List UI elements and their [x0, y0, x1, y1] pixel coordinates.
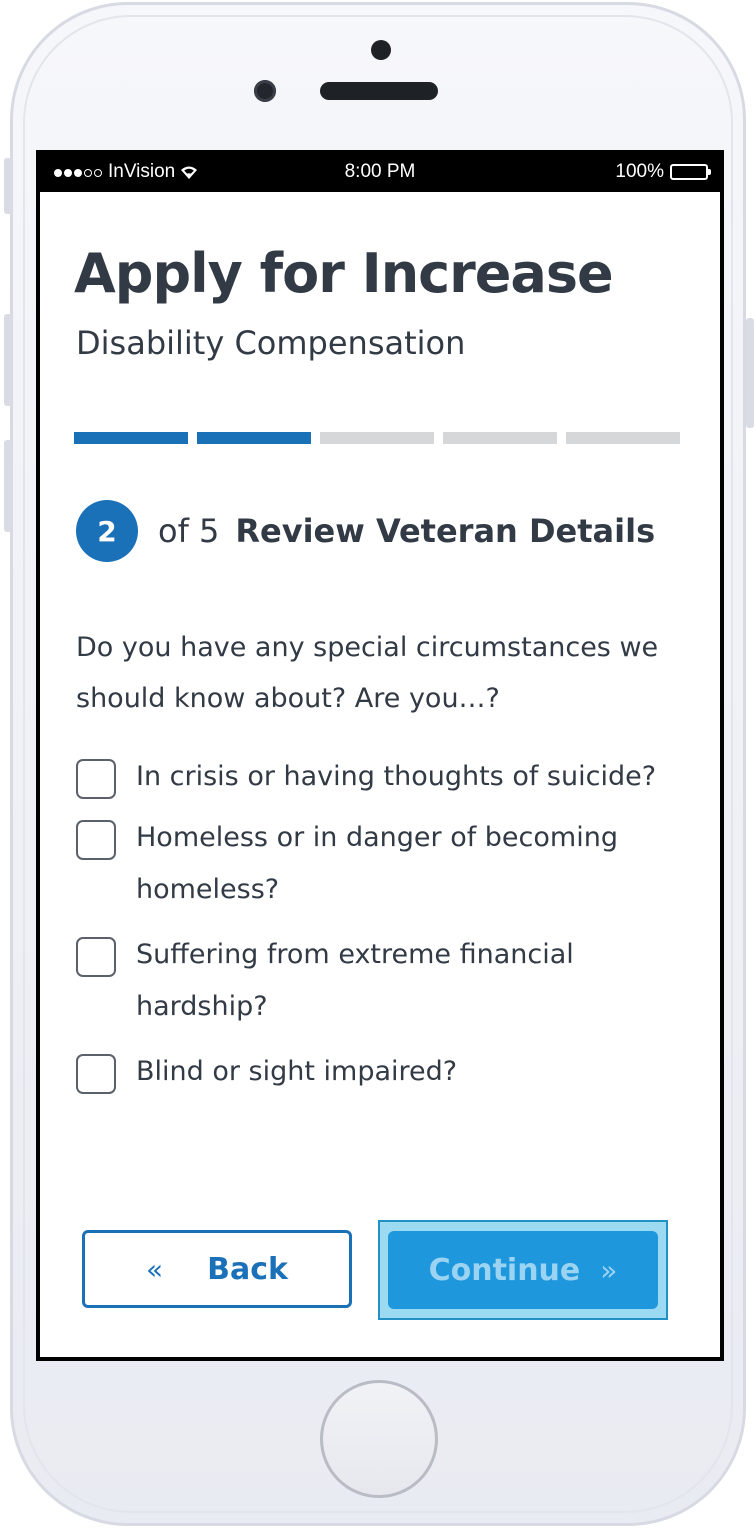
option-financial-hardship[interactable]: Suffering from extreme financial hardshi…: [76, 932, 696, 1033]
continue-button-label: Continue: [428, 1252, 581, 1288]
earpiece-speaker: [320, 82, 438, 100]
front-sensor: [371, 40, 391, 60]
battery-icon: [670, 164, 711, 180]
page-subtitle: Disability Compensation: [76, 324, 466, 362]
option-label[interactable]: Homeless or in danger of becoming homele…: [136, 812, 676, 916]
options-list: In crisis or having thoughts of suicide?…: [76, 754, 696, 1098]
progress-segment-4: [443, 432, 557, 444]
double-chevron-right-icon: »: [600, 1253, 618, 1287]
option-homeless[interactable]: Homeless or in danger of becoming homele…: [76, 815, 696, 916]
checkbox-homeless[interactable]: [76, 820, 116, 860]
side-button-mute: [4, 158, 12, 214]
back-button[interactable]: « Back: [82, 1230, 352, 1308]
side-button-power: [746, 318, 754, 428]
side-button-volume-down: [4, 440, 12, 532]
step-number-badge: 2: [76, 500, 138, 562]
option-label[interactable]: Suffering from extreme financial hardshi…: [136, 929, 676, 1033]
status-bar: InVision 8:00 PM 100%: [40, 150, 720, 192]
continue-button[interactable]: Continue »: [388, 1231, 658, 1309]
step-title: Review Veteran Details: [235, 512, 656, 550]
phone-screen: InVision 8:00 PM 100% Apply for Increase…: [36, 150, 724, 1361]
battery-percent: 100%: [615, 161, 664, 182]
question-text: Do you have any special circumstances we…: [76, 632, 659, 714]
double-chevron-left-icon: «: [146, 1252, 164, 1286]
progress-segment-1: [74, 432, 188, 444]
progress-segment-5: [566, 432, 680, 444]
side-button-volume-up: [4, 314, 12, 406]
checkbox-financial-hardship[interactable]: [76, 937, 116, 977]
option-label[interactable]: In crisis or having thoughts of suicide?: [136, 751, 676, 803]
form-content: Apply for Increase Disability Compensati…: [40, 192, 720, 1357]
step-count: of 5: [158, 512, 220, 550]
option-blind[interactable]: Blind or sight impaired?: [76, 1049, 696, 1098]
checkbox-blind[interactable]: [76, 1054, 116, 1094]
continue-focus-ring: Continue »: [378, 1220, 668, 1320]
option-label[interactable]: Blind or sight impaired?: [136, 1046, 676, 1098]
step-indicator: 2 of 5 Review Veteran Details: [76, 500, 655, 562]
page-title: Apply for Increase: [74, 242, 614, 305]
progress-segment-2: [197, 432, 311, 444]
status-right: 100%: [615, 161, 711, 183]
front-camera: [254, 80, 276, 102]
progress-segment-3: [320, 432, 434, 444]
back-button-label: Back: [207, 1251, 288, 1287]
home-button[interactable]: [320, 1380, 438, 1498]
progress-bar: [74, 432, 680, 444]
checkbox-crisis[interactable]: [76, 759, 116, 799]
option-crisis[interactable]: In crisis or having thoughts of suicide?: [76, 754, 696, 803]
